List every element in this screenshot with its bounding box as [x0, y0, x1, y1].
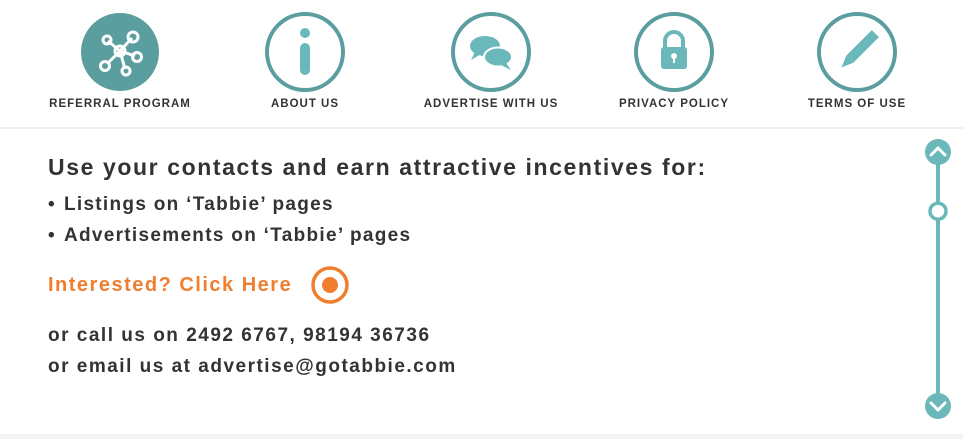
- email-line[interactable]: or email us at advertise@gotabbie.com: [48, 351, 457, 382]
- lock-icon: [634, 12, 714, 92]
- info-icon: [265, 12, 345, 92]
- nav-item-referral-program[interactable]: REFERRAL PROGRAM: [30, 12, 210, 110]
- nav-label-privacy-policy: PRIVACY POLICY: [618, 98, 730, 110]
- referral-content: Use your contacts and earn attractive in…: [48, 154, 707, 251]
- page-headline: Use your contacts and earn attractive in…: [48, 154, 707, 180]
- incentive-list: Listings on ‘Tabbie’ pages Advertisement…: [48, 189, 707, 251]
- radio-target-icon[interactable]: [310, 265, 350, 305]
- network-icon: [81, 13, 159, 91]
- referral-program-page: REFERRAL PROGRAM ABOUT US ADVERTISE WITH…: [0, 0, 963, 439]
- chevron-up-icon[interactable]: [925, 139, 951, 165]
- nav-label-advertise-with-us: ADVERTISE WITH US: [423, 98, 559, 110]
- chevron-down-icon[interactable]: [925, 393, 951, 419]
- nav-label-terms-of-use: TERMS OF USE: [807, 98, 907, 110]
- chat-bubbles-icon: [451, 12, 531, 92]
- list-item: Listings on ‘Tabbie’ pages: [48, 189, 707, 220]
- scroller-thumb[interactable]: [928, 201, 948, 221]
- nav-item-about-us[interactable]: ABOUT US: [215, 12, 395, 110]
- list-item: Advertisements on ‘Tabbie’ pages: [48, 220, 707, 251]
- cta-label: Interested? Click Here: [48, 273, 293, 296]
- vertical-scroller[interactable]: [920, 136, 956, 432]
- top-navigation: REFERRAL PROGRAM ABOUT US ADVERTISE WITH…: [0, 0, 963, 130]
- nav-item-terms-of-use[interactable]: TERMS OF USE: [767, 12, 947, 110]
- nav-item-privacy-policy[interactable]: PRIVACY POLICY: [584, 12, 764, 110]
- bottom-divider: [0, 434, 963, 439]
- phone-line: or call us on 2492 6767, 98194 36736: [48, 325, 431, 346]
- pencil-icon: [817, 12, 897, 92]
- interested-click-here-link[interactable]: Interested? Click Here: [48, 265, 350, 305]
- divider: [0, 127, 963, 129]
- nav-label-about-us: ABOUT US: [270, 98, 340, 110]
- nav-item-advertise-with-us[interactable]: ADVERTISE WITH US: [401, 12, 581, 110]
- contact-info: or call us on 2492 6767, 98194 36736 or …: [48, 320, 457, 382]
- nav-label-referral-program: REFERRAL PROGRAM: [49, 98, 191, 110]
